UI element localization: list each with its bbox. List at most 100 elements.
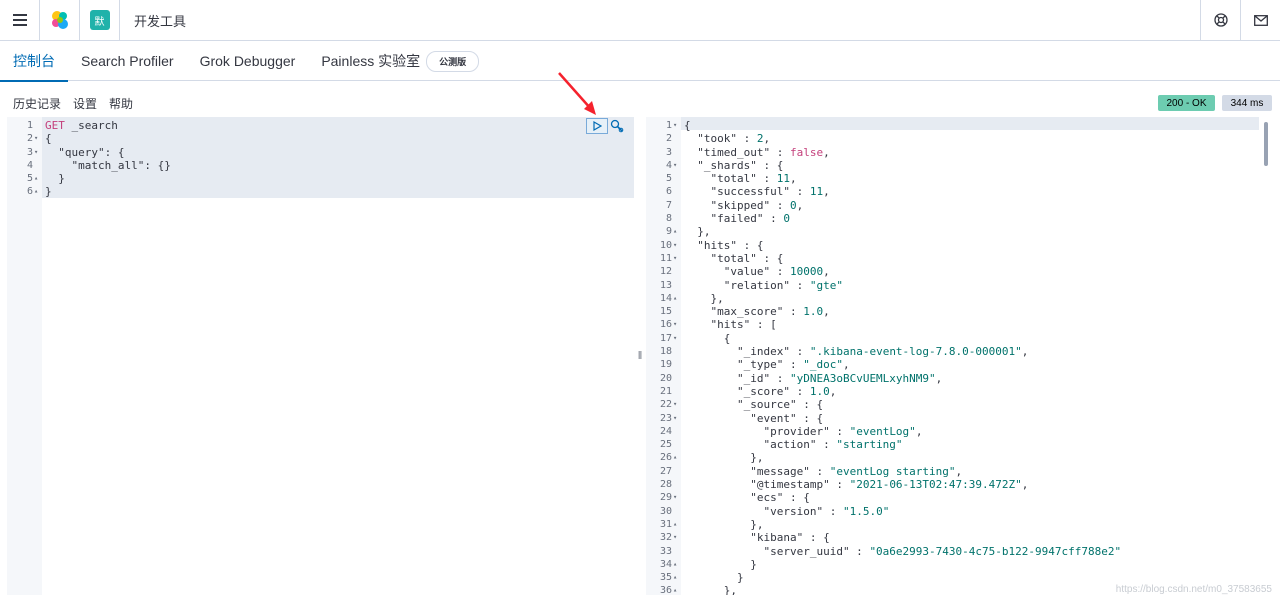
line-number: 35 xyxy=(659,572,672,584)
fold-toggle-icon[interactable]: ▴ xyxy=(673,584,681,595)
gutter-line: 5 xyxy=(646,172,681,185)
fold-toggle-icon[interactable]: ▾ xyxy=(673,531,681,544)
tab-grok-debugger[interactable]: Grok Debugger xyxy=(187,41,309,81)
gutter-line: 15 xyxy=(646,305,681,318)
gutter-line: 3 xyxy=(646,146,681,159)
code-line: "@timestamp" : "2021-06-13T02:47:39.472Z… xyxy=(681,478,1273,491)
code-token: "_source" : { xyxy=(684,398,824,412)
fold-toggle-icon[interactable]: ▾ xyxy=(673,332,681,345)
gutter-line: 1 ▾ xyxy=(646,119,681,132)
code-line: { xyxy=(681,119,1273,132)
code-line: { xyxy=(42,132,634,145)
breadcrumb: 开发工具 xyxy=(134,13,187,29)
code-token: 10000 xyxy=(789,265,824,279)
tab-search-profiler[interactable]: Search Profiler xyxy=(68,41,187,81)
gutter-line: 11 ▾ xyxy=(646,252,681,265)
code-line: "_id" : "yDNEA3oBCvUEMLxyhNM9", xyxy=(681,372,1273,385)
gutter-line: 17 ▾ xyxy=(646,332,681,345)
code-token: "yDNEA3oBCvUEMLxyhNM9" xyxy=(789,371,936,385)
code-token: "timed_out" : xyxy=(684,145,790,159)
request-editor[interactable]: GET _search{ "query": { "match_all": {} … xyxy=(7,117,634,595)
help-link[interactable]: 帮助 xyxy=(109,95,133,112)
tab-painless-lab[interactable]: Painless 实验室 公测版 xyxy=(308,41,492,81)
code-token: , xyxy=(796,198,804,212)
line-number: 5 xyxy=(26,173,33,185)
gutter-line: 14 ▴ xyxy=(646,292,681,305)
fold-toggle-icon[interactable]: ▾ xyxy=(673,239,681,252)
gutter-line: 2 xyxy=(646,132,681,145)
code-token: , xyxy=(823,305,830,319)
request-code[interactable]: GET _search{ "query": { "match_all": {} … xyxy=(42,117,634,595)
fold-toggle-icon[interactable]: ▾ xyxy=(673,491,681,504)
fold-toggle-icon[interactable]: ▴ xyxy=(34,172,42,185)
code-token: "hits" : [ xyxy=(684,318,777,332)
fold-toggle-icon[interactable]: ▴ xyxy=(673,558,681,571)
elastic-logo[interactable] xyxy=(40,0,80,41)
code-line: }, xyxy=(681,518,1273,531)
code-token: "server_uuid" : xyxy=(684,544,870,558)
gutter-line: 25 xyxy=(646,438,681,451)
gutter-line: 7 xyxy=(646,199,681,212)
code-token: }, xyxy=(684,451,764,465)
gutter-line: 2 ▾ xyxy=(7,132,42,145)
code-token: "_shards" : { xyxy=(684,158,784,172)
wrench-icon[interactable] xyxy=(610,118,624,134)
send-request-button[interactable] xyxy=(586,118,608,134)
fold-toggle-icon[interactable]: ▴ xyxy=(673,571,681,584)
code-token: , xyxy=(1021,478,1029,492)
menu-toggle-button[interactable] xyxy=(0,0,40,41)
code-token: 0 xyxy=(783,212,790,226)
code-token: "@timestamp" : xyxy=(684,478,850,492)
console-menu: 历史记录 设置 帮助 xyxy=(13,95,133,112)
fold-toggle-icon[interactable]: ▾ xyxy=(34,146,42,159)
fold-toggle-icon[interactable]: ▾ xyxy=(673,119,681,132)
space-selector-button[interactable]: 默 xyxy=(80,0,120,41)
fold-toggle-icon[interactable]: ▴ xyxy=(673,518,681,531)
hamburger-menu-icon xyxy=(12,14,27,26)
line-number: 8 xyxy=(665,213,672,225)
elastic-logo-icon xyxy=(51,11,68,29)
line-number: 1 xyxy=(26,120,33,131)
settings-link[interactable]: 设置 xyxy=(73,95,97,112)
fold-toggle-icon[interactable]: ▴ xyxy=(673,225,681,238)
fold-toggle-icon[interactable]: ▾ xyxy=(673,252,681,265)
help-menu-button[interactable] xyxy=(1200,0,1240,41)
code-token: "relation" : xyxy=(684,278,810,292)
fold-toggle-icon[interactable]: ▾ xyxy=(673,412,681,425)
response-editor[interactable]: { "took" : 2, "timed_out" : false, "_sha… xyxy=(646,117,1273,595)
tab-console[interactable]: 控制台 xyxy=(0,41,68,82)
gutter-line: 23 ▾ xyxy=(646,412,681,425)
line-number: 28 xyxy=(659,479,672,491)
code-token: "2021-06-13T02:47:39.472Z" xyxy=(849,478,1022,492)
fold-toggle-icon[interactable]: ▴ xyxy=(34,185,42,198)
history-link[interactable]: 历史记录 xyxy=(13,95,61,112)
request-time-badge: 344 ms xyxy=(1222,95,1272,111)
code-token: }, xyxy=(684,291,724,305)
gutter-line: 9 ▴ xyxy=(646,225,681,238)
pane-resize-handle[interactable]: ‖ xyxy=(634,117,646,595)
gutter-line: 19 xyxy=(646,358,681,371)
code-token: "failed" : xyxy=(684,212,784,226)
fold-toggle-icon[interactable]: ▴ xyxy=(673,292,681,305)
fold-toggle-icon[interactable]: ▾ xyxy=(673,318,681,331)
fold-toggle-icon[interactable]: ▾ xyxy=(673,398,681,411)
code-token: "eventLog" xyxy=(849,424,916,438)
line-number: 2 xyxy=(665,133,672,145)
newsfeed-button[interactable] xyxy=(1240,0,1280,41)
code-token: "0a6e2993-7430-4c75-b122-9947cff788e2" xyxy=(869,544,1122,558)
code-line: "hits" : { xyxy=(681,239,1273,252)
fold-toggle-icon[interactable]: ▾ xyxy=(673,159,681,172)
code-line: } xyxy=(42,185,634,198)
status-badge: 200 - OK xyxy=(1158,95,1215,111)
response-scrollbar[interactable] xyxy=(1264,122,1268,166)
gutter-line: 32 ▾ xyxy=(646,531,681,544)
code-line: } xyxy=(42,172,634,185)
code-token: , xyxy=(789,172,797,186)
code-token: "action" : xyxy=(684,438,837,452)
code-token: } xyxy=(45,172,65,186)
fold-toggle-icon[interactable]: ▾ xyxy=(34,132,42,145)
line-number: 30 xyxy=(659,505,672,517)
code-token: _search xyxy=(64,119,118,132)
code-token: }, xyxy=(684,225,711,239)
fold-toggle-icon[interactable]: ▴ xyxy=(673,451,681,464)
